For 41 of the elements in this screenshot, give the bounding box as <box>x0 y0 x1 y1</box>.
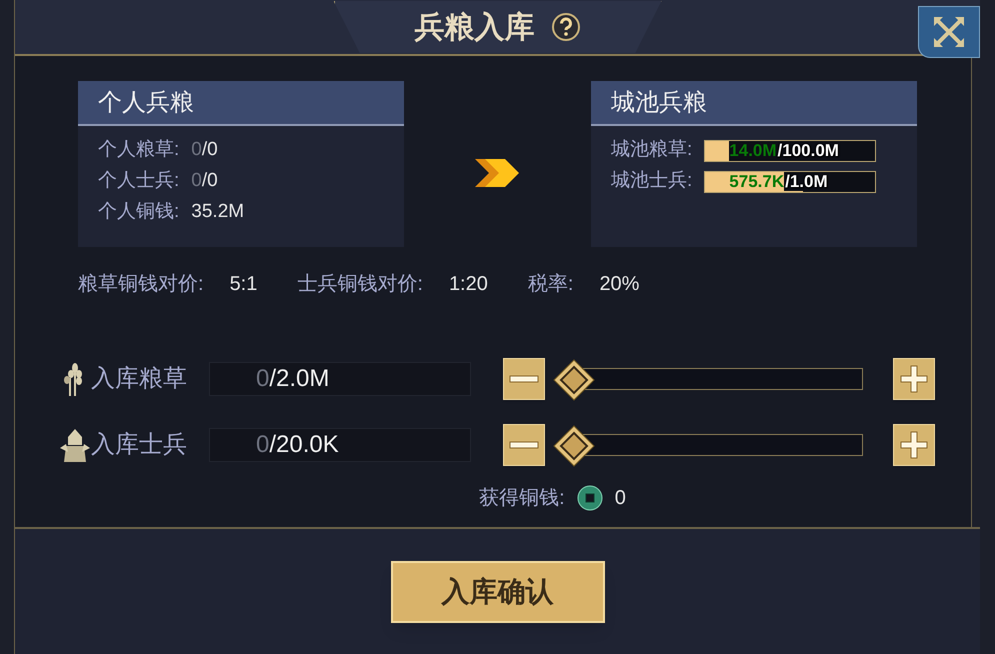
plus-icon <box>899 364 929 394</box>
row-label: 城池粮草: <box>611 138 692 162</box>
plus-icon <box>899 430 929 460</box>
row-label: 个人士兵: <box>98 169 180 194</box>
close-button[interactable] <box>918 6 980 58</box>
slider-thumb[interactable] <box>553 359 595 401</box>
minus-icon <box>509 375 539 383</box>
bar-reading: 14.0M/100.0M <box>728 140 840 162</box>
window-title: 兵粮入库 <box>414 8 534 46</box>
amount-field[interactable]: 0/20.0K <box>209 428 471 462</box>
confirm-button[interactable]: 入库确认 <box>390 561 604 623</box>
slider-thumb[interactable] <box>553 425 595 467</box>
rate-label: 税率: <box>528 272 574 297</box>
coin-icon <box>576 485 603 511</box>
rate-value: 5:1 <box>230 272 258 297</box>
input-label: 入库士兵 <box>91 430 188 460</box>
card-title: 城池兵粮 <box>611 88 707 118</box>
bar-reading: 575.7K/1.0M <box>728 170 829 193</box>
minus-icon <box>509 441 539 449</box>
row-value: 35.2M <box>191 200 244 224</box>
minus-button[interactable] <box>503 358 545 400</box>
row-label: 个人铜钱: <box>98 200 180 224</box>
close-icon <box>932 15 966 49</box>
input-label: 入库粮草 <box>91 364 188 394</box>
rate-value: 1:20 <box>448 272 488 297</box>
help-icon[interactable] <box>550 12 580 42</box>
row-label: 个人粮草: <box>98 138 180 162</box>
card-title: 个人兵粮 <box>98 88 194 118</box>
rate-label: 士兵铜钱对价: <box>297 272 423 297</box>
rate-value: 20% <box>599 272 640 297</box>
row-label: 城池士兵: <box>611 169 692 194</box>
soldier-icon <box>60 428 90 462</box>
rate-label: 粮草铜钱对价: <box>78 272 204 297</box>
minus-button[interactable] <box>503 424 545 466</box>
reward-label: 获得铜钱: <box>479 486 565 511</box>
amount-field[interactable]: 0/2.0M <box>209 362 471 396</box>
row-value: 0/0 <box>191 138 218 162</box>
row-value: 0/0 <box>191 169 218 194</box>
reward-value: 0 <box>614 486 626 511</box>
plus-button[interactable] <box>893 424 935 466</box>
plus-button[interactable] <box>893 358 935 400</box>
